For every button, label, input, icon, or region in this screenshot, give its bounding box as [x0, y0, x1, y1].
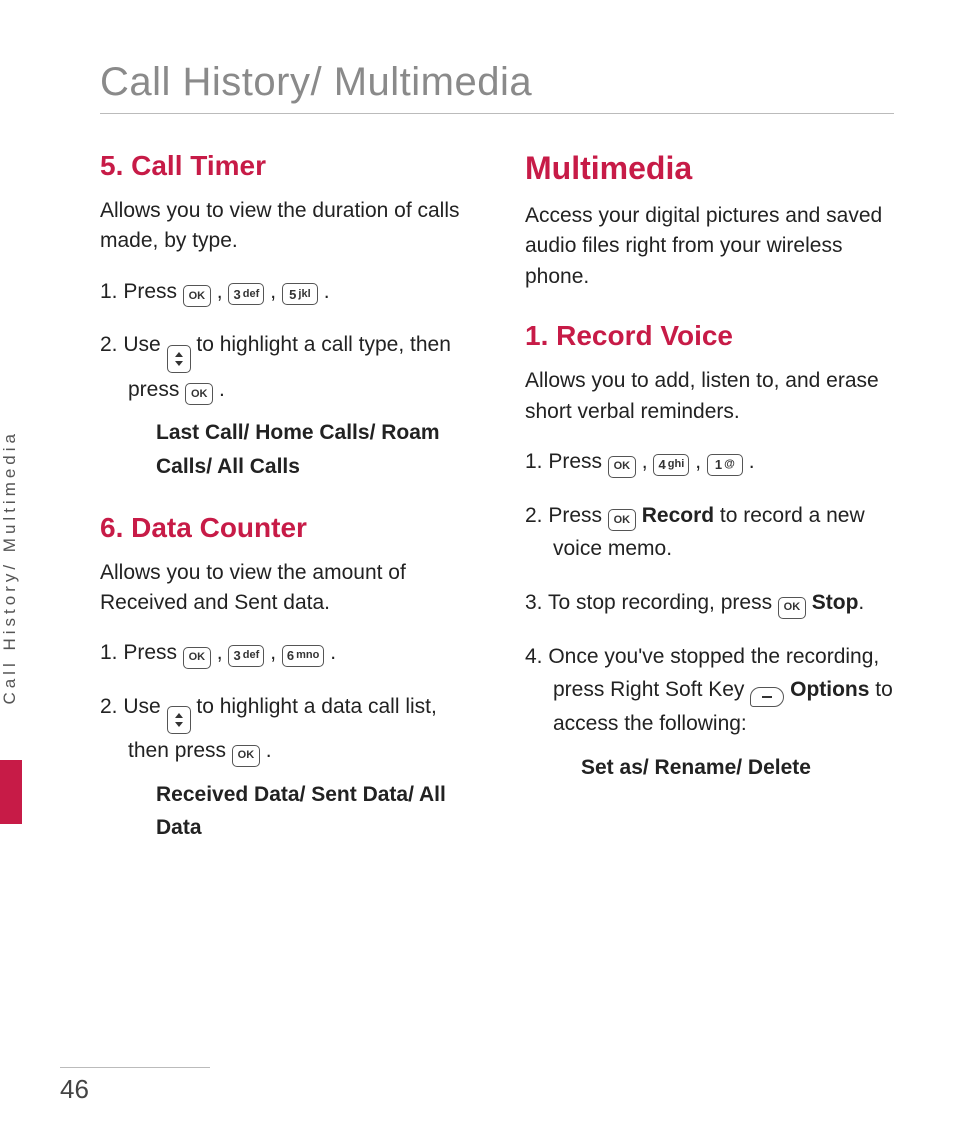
call-timer-heading: 5. Call Timer [100, 150, 469, 182]
call-timer-step-1: 1. Press OK , 3def , 5jkl . [100, 275, 469, 309]
page-title: Call History/ Multimedia [100, 60, 894, 105]
side-tab-label: Call History/ Multimedia [0, 430, 20, 705]
left-column: 5. Call Timer Allows you to view the dur… [100, 150, 469, 865]
ok-key-icon: OK [185, 383, 213, 405]
nav-up-down-icon [167, 345, 191, 373]
call-timer-step-2: 2. Use to highlight a call type, then pr… [100, 328, 469, 483]
side-tab-accent [0, 760, 22, 824]
key-4-icon: 4ghi [653, 454, 689, 476]
record-voice-step-3: 3. To stop recording, press OK Stop. [525, 586, 894, 620]
nav-up-down-icon [167, 706, 191, 734]
call-timer-steps: 1. Press OK , 3def , 5jkl . 2. Use to hi… [100, 275, 469, 484]
footer-rule [60, 1067, 210, 1068]
page-number: 46 [60, 1074, 894, 1105]
record-voice-desc: Allows you to add, listen to, and erase … [525, 366, 894, 427]
record-voice-heading: 1. Record Voice [525, 320, 894, 352]
right-soft-key-icon [750, 687, 784, 707]
record-voice-steps: 1. Press OK , 4ghi , 1@ . 2. Press OK Re… [525, 445, 894, 784]
data-counter-steps: 1. Press OK , 3def , 6mno . 2. Use to hi… [100, 636, 469, 845]
record-voice-step-4: 4. Once you've stopped the recording, pr… [525, 640, 894, 785]
data-counter-step-2: 2. Use to highlight a data call list, th… [100, 690, 469, 845]
call-timer-options: Last Call/ Home Calls/ Roam Calls/ All C… [128, 416, 469, 483]
content-columns: 5. Call Timer Allows you to view the dur… [100, 150, 894, 865]
key-1-icon: 1@ [707, 454, 743, 476]
ok-key-icon: OK [608, 456, 636, 478]
record-voice-options: Set as/ Rename/ Delete [553, 751, 894, 785]
data-counter-step-1: 1. Press OK , 3def , 6mno . [100, 636, 469, 670]
data-counter-heading: 6. Data Counter [100, 512, 469, 544]
key-5-icon: 5jkl [282, 283, 318, 305]
ok-key-icon: OK [183, 647, 211, 669]
ok-key-icon: OK [608, 509, 636, 531]
ok-key-icon: OK [232, 745, 260, 767]
multimedia-heading: Multimedia [525, 150, 894, 187]
call-timer-desc: Allows you to view the duration of calls… [100, 196, 469, 257]
data-counter-desc: Allows you to view the amount of Receive… [100, 558, 469, 619]
record-voice-step-2: 2. Press OK Record to record a new voice… [525, 499, 894, 566]
data-counter-options: Received Data/ Sent Data/ All Data [128, 778, 469, 845]
record-voice-step-1: 1. Press OK , 4ghi , 1@ . [525, 445, 894, 479]
header-rule [100, 113, 894, 114]
manual-page: Call History/ Multimedia Call History/ M… [0, 0, 954, 1145]
key-3-icon: 3def [228, 283, 264, 305]
right-column: Multimedia Access your digital pictures … [525, 150, 894, 865]
key-3-icon: 3def [228, 645, 264, 667]
key-6-icon: 6mno [282, 645, 324, 667]
ok-key-icon: OK [778, 597, 806, 619]
multimedia-desc: Access your digital pictures and saved a… [525, 201, 894, 292]
ok-key-icon: OK [183, 285, 211, 307]
page-footer: 46 [60, 1067, 894, 1105]
